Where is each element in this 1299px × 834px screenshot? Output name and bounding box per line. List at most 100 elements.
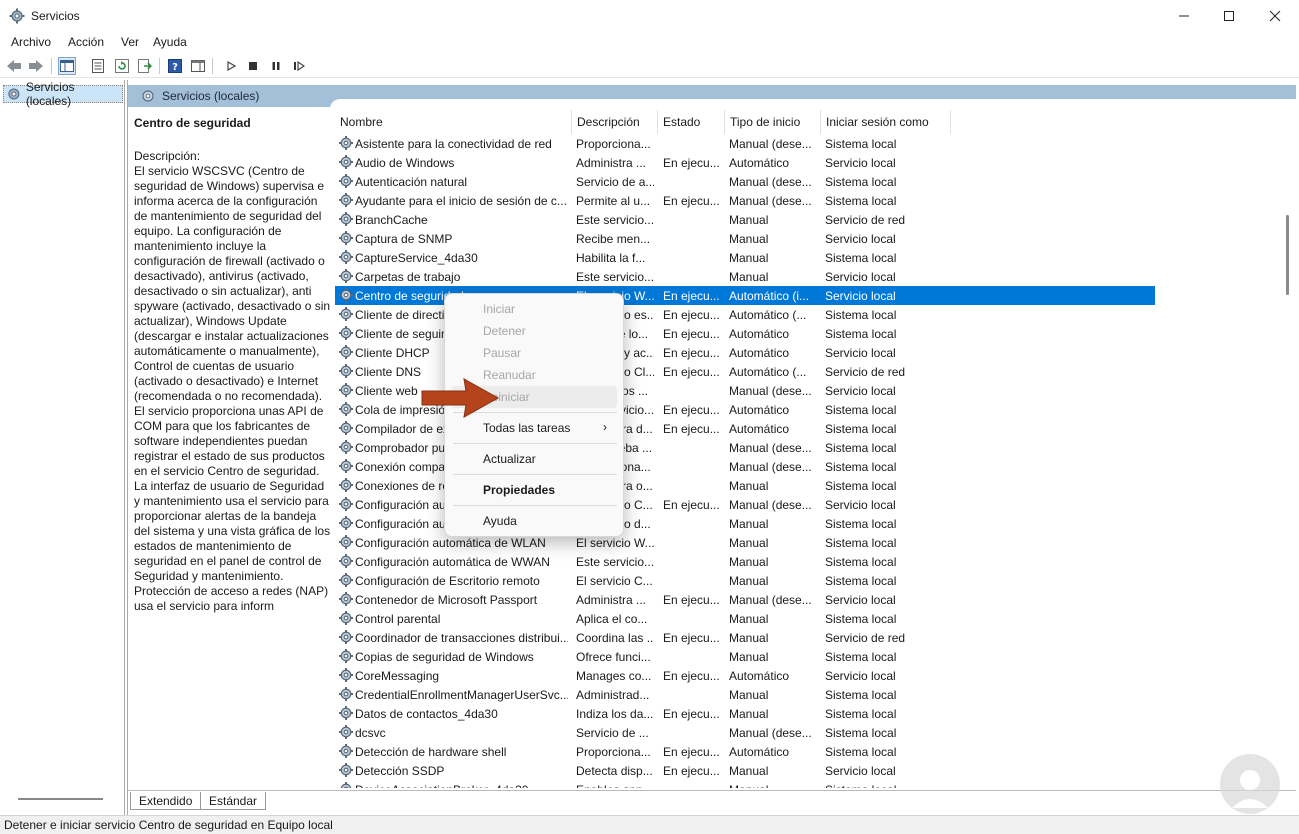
cell-name: Carpetas de trabajo [355, 270, 461, 284]
column-header-log-on-as[interactable]: Iniciar sesión como [821, 110, 951, 134]
show-action-pane-button[interactable] [189, 57, 207, 75]
cell-description: Servicio de ... [576, 726, 649, 740]
show-hide-console-tree-button[interactable] [58, 57, 76, 75]
service-row[interactable]: CoreMessaging Manages co... En ejecu... Aut… [335, 666, 1155, 685]
service-row[interactable]: Copias de seguridad de Windows Ofrece fun… [335, 647, 1155, 666]
service-row[interactable]: BranchCache Este servicio... Manual Servici… [335, 210, 1155, 229]
toolbar-separator [212, 58, 213, 74]
service-row[interactable]: dcsvc Servicio de ... Manual (dese... Siste… [335, 723, 1155, 742]
tab-estandar[interactable]: Estándar [200, 792, 267, 810]
back-arrow-icon [7, 60, 21, 72]
context-menu-separator [453, 443, 617, 444]
cell-name: dcsvc [355, 726, 386, 740]
service-gear-icon [339, 649, 353, 663]
cell-log-on-as: Servicio local [825, 593, 896, 607]
cell-status: En ejecu... [663, 327, 720, 341]
cell-description: Indiza los da... [576, 707, 654, 721]
properties-button[interactable] [89, 57, 107, 75]
minimize-button[interactable] [1161, 0, 1207, 31]
tree-item-services-local[interactable]: Servicios (locales) [3, 80, 123, 108]
service-row[interactable]: Detección SSDP Detecta disp... En ejecu...… [335, 761, 1155, 780]
context-menu-iniciar[interactable]: Iniciar [451, 298, 617, 320]
service-gear-icon [339, 535, 353, 549]
service-row[interactable]: Control parental Aplica el co... Manual Sis… [335, 609, 1155, 628]
cell-startup-type: Manual [729, 612, 769, 626]
context-menu-ayuda[interactable]: Ayuda [451, 510, 617, 532]
service-row[interactable]: CaptureService_4da30 Habilita la f... Manu… [335, 248, 1155, 267]
service-row[interactable]: Ayudante para el inicio de sesión de c..… [335, 191, 1155, 210]
service-row[interactable]: Contenedor de Microsoft Passport Administ… [335, 590, 1155, 609]
service-description-text: El servicio WSCSVC (Centro de seguridad … [134, 164, 331, 613]
export-list-button[interactable] [136, 57, 154, 75]
service-gear-icon [339, 440, 353, 454]
cell-description: Permite al u... [576, 194, 651, 208]
column-header-name[interactable]: ⌃ Nombre [335, 110, 572, 134]
refresh-button[interactable] [113, 57, 131, 75]
stop-service-button[interactable] [244, 57, 262, 75]
menu-archivo[interactable]: Archivo [11, 35, 51, 49]
context-menu-propiedades[interactable]: Propiedades [451, 479, 617, 501]
cell-startup-type: Automático [729, 327, 790, 341]
scrollbar-thumb[interactable] [1286, 215, 1289, 295]
service-row[interactable]: Configuración de Escritorio remoto El ser… [335, 571, 1155, 590]
service-gear-icon [339, 592, 353, 606]
service-row[interactable]: Detección de hardware shell Proporciona..… [335, 742, 1155, 761]
restart-icon [294, 61, 305, 71]
start-service-button[interactable] [222, 57, 240, 75]
tab-extendido[interactable]: Extendido [130, 792, 202, 810]
service-description-panel: Centro de seguridad Descripción: El serv… [134, 116, 332, 614]
context-menu-detener[interactable]: Detener [451, 320, 617, 342]
service-row[interactable]: Asistente para la conectividad de red Pro… [335, 134, 1155, 153]
service-row[interactable]: Autenticación natural Servicio de a... Man… [335, 172, 1155, 191]
column-header-label: Descripción [577, 115, 640, 129]
service-row[interactable]: Datos de contactos_4da30 Indiza los da...… [335, 704, 1155, 723]
cell-status: En ejecu... [663, 764, 720, 778]
title-bar: Servicios [0, 0, 1299, 31]
column-header-status[interactable]: Estado [658, 110, 725, 134]
close-button[interactable] [1252, 0, 1298, 31]
service-row[interactable]: Captura de SNMP Recibe men... Manual Servic… [335, 229, 1155, 248]
column-header-description[interactable]: Descripción [572, 110, 658, 134]
service-gear-icon [339, 402, 353, 416]
restart-service-button[interactable] [290, 57, 308, 75]
service-row[interactable]: Configuración automática de WWAN Este ser… [335, 552, 1155, 571]
cell-description: Detecta disp... [576, 764, 653, 778]
maximize-button[interactable] [1206, 0, 1252, 31]
menu-ver[interactable]: Ver [121, 35, 139, 49]
annotation-arrow-icon [421, 378, 500, 418]
tree-horizontal-scrollbar[interactable] [18, 798, 103, 800]
cell-startup-type: Manual (dese... [729, 498, 812, 512]
context-menu-actualizar[interactable]: Actualizar [451, 448, 617, 470]
cell-startup-type: Automático [729, 745, 790, 759]
service-row[interactable]: CredentialEnrollmentManagerUserSvc... Adm… [335, 685, 1155, 704]
cell-status: En ejecu... [663, 289, 720, 303]
back-button[interactable] [5, 57, 23, 75]
pause-service-button[interactable] [267, 57, 285, 75]
service-row[interactable]: Coordinador de transacciones distribui..… [335, 628, 1155, 647]
service-row[interactable]: DeviceAssociationBroker_4da30 Enables app… [335, 780, 1155, 788]
menu-accion[interactable]: Acción [68, 35, 104, 49]
cell-name: Ayudante para el inicio de sesión de c..… [355, 194, 567, 208]
service-row[interactable]: Audio de Windows Administra ... En ejecu..… [335, 153, 1155, 172]
context-menu-pausar[interactable]: Pausar [451, 342, 617, 364]
column-header-startup-type[interactable]: Tipo de inicio [725, 110, 821, 134]
cell-log-on-as: Servicio local [825, 156, 896, 170]
forward-button[interactable] [27, 57, 45, 75]
context-menu-todas-las-tareas[interactable]: Todas las tareas › [451, 417, 617, 439]
service-gear-icon [339, 459, 353, 473]
cell-startup-type: Manual [729, 783, 821, 788]
cell-name: Asistente para la conectividad de red [355, 137, 552, 151]
column-header-label: Estado [663, 115, 701, 129]
cell-status: En ejecu... [663, 707, 720, 721]
cell-startup-type: Manual [729, 536, 769, 550]
cell-log-on-as: Sistema local [825, 783, 945, 788]
cell-startup-type: Manual [729, 631, 769, 645]
cell-startup-type: Automático [729, 346, 790, 360]
cell-description: El servicio C... [576, 574, 653, 588]
cell-log-on-as: Servicio local [825, 289, 896, 303]
menu-ayuda[interactable]: Ayuda [153, 35, 187, 49]
cell-log-on-as: Servicio local [825, 270, 896, 284]
list-vertical-scrollbar[interactable] [1281, 110, 1296, 788]
help-button[interactable]: ? [166, 57, 184, 75]
service-row[interactable]: Carpetas de trabajo Este servicio... Manua… [335, 267, 1155, 286]
